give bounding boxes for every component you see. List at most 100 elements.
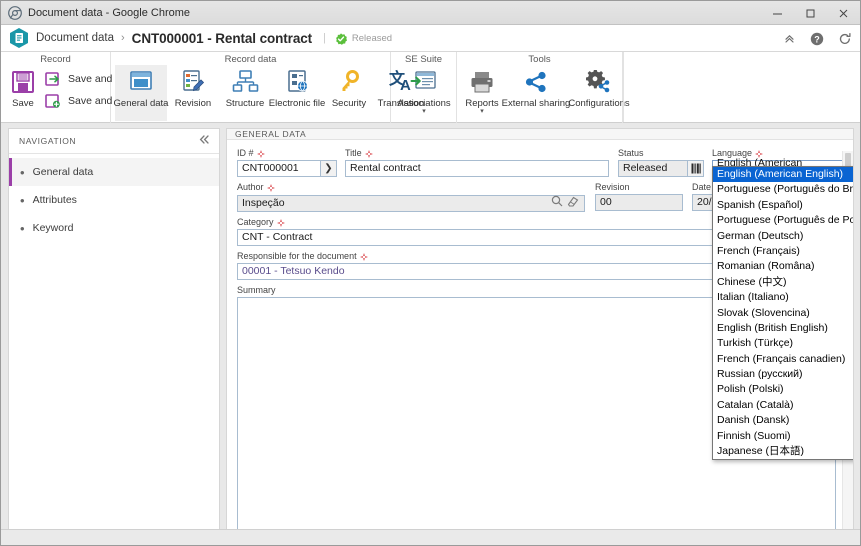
refresh-icon[interactable] — [838, 32, 852, 46]
window-title: Document data - Google Chrome — [28, 6, 191, 19]
field-label-revision: Revision — [595, 182, 683, 193]
revision-input[interactable]: 00 — [595, 194, 683, 211]
language-option[interactable]: Slovak (Slovencina) — [713, 306, 853, 321]
navigation-list: • General data • Attributes • Keyword — [9, 154, 219, 242]
status-text: Released — [351, 32, 393, 44]
ribbon-button-label: Structure — [225, 98, 265, 109]
required-marker-icon — [256, 149, 265, 158]
label-text: Responsible for the document — [237, 251, 357, 261]
bullet-icon: • — [20, 164, 25, 180]
language-option[interactable]: German (Deutsch) — [713, 229, 853, 244]
language-option[interactable]: Russian (русский) — [713, 367, 853, 382]
label-text: Status — [618, 148, 644, 158]
revision-icon — [179, 67, 207, 97]
ribbon-button-revision[interactable]: Revision — [167, 65, 219, 121]
required-marker-icon — [266, 183, 275, 192]
chevron-down-icon[interactable]: ▾ — [422, 108, 426, 115]
content-area: NAVIGATION • General data • Attributes •… — [1, 123, 860, 544]
maximize-icon[interactable] — [794, 1, 827, 25]
language-option[interactable]: Turkish (Türkçe) — [713, 336, 853, 351]
save-exit-icon — [43, 70, 63, 88]
title-input[interactable]: Rental contract — [345, 160, 609, 177]
label-text: Title — [345, 148, 362, 158]
language-option[interactable]: Catalan (Català) — [713, 398, 853, 413]
status-input-group: Released — [618, 160, 704, 177]
language-option[interactable]: Chinese (中文) — [713, 275, 853, 290]
navigation-sidebar: NAVIGATION • General data • Attributes •… — [8, 128, 220, 538]
close-icon[interactable] — [827, 1, 860, 25]
language-option[interactable]: English (British English) — [713, 321, 853, 336]
navigation-header: NAVIGATION — [9, 129, 219, 154]
language-option[interactable]: French (Français canadien) — [713, 352, 853, 367]
ribbon-group-record-data: Record data General data Revision Struct… — [111, 52, 424, 123]
ribbon-group-se-suite: SE Suite Associations ▾ — [391, 52, 457, 123]
history-icon[interactable] — [688, 160, 704, 177]
magnifier-icon[interactable] — [551, 194, 563, 212]
eraser-icon[interactable] — [567, 194, 579, 212]
minimize-icon[interactable] — [761, 1, 794, 25]
ribbon-button-security[interactable]: Security — [323, 65, 375, 121]
language-option[interactable]: Italian (Italiano) — [713, 290, 853, 305]
ribbon-button-external-sharing[interactable]: External sharing — [501, 65, 571, 121]
required-marker-icon — [359, 252, 368, 261]
language-dropdown-list[interactable]: English (American English) Portuguese (P… — [712, 166, 853, 461]
chevron-double-up-icon[interactable] — [783, 32, 796, 45]
language-option[interactable]: Portuguese (Português de Portugal) — [713, 213, 853, 228]
field-author: Author Inspeção — [237, 182, 585, 212]
sidebar-item-general-data[interactable]: • General data — [9, 158, 219, 186]
chevron-right-icon[interactable]: ❯ — [321, 160, 337, 177]
navigation-title: NAVIGATION — [19, 136, 77, 146]
ribbon-button-reports[interactable]: Reports ▾ — [461, 65, 503, 121]
language-option[interactable]: French (Français) — [713, 244, 853, 259]
appbar-actions: ? — [783, 25, 852, 52]
ribbon-button-configurations[interactable]: Configurations — [568, 65, 630, 121]
language-option[interactable]: Polish (Polski) — [713, 382, 853, 397]
ribbon-button-associations[interactable]: Associations ▾ — [395, 65, 453, 121]
structure-icon — [231, 67, 259, 97]
ribbon-button-label: Configurations — [568, 98, 630, 109]
app-window: Document data - Google Chrome Document d… — [0, 0, 861, 546]
ribbon-button-label: External sharing — [501, 98, 571, 109]
document-hex-icon — [9, 27, 29, 49]
field-label-id: ID # — [237, 148, 337, 159]
language-option[interactable]: Portuguese (Português do Brasil) — [713, 182, 853, 197]
ribbon-button-structure[interactable]: Structure — [219, 65, 271, 121]
field-status: Status Released — [618, 148, 704, 177]
sidebar-item-keyword[interactable]: • Keyword — [9, 214, 219, 242]
language-option[interactable]: Spanish (Español) — [713, 198, 853, 213]
label-text: Category — [237, 217, 274, 227]
field-revision: Revision 00 — [595, 182, 683, 211]
breadcrumb-separator: › — [121, 32, 125, 44]
sidebar-item-attributes[interactable]: • Attributes — [9, 186, 219, 214]
ribbon-button-general-data[interactable]: General data — [114, 65, 168, 121]
breadcrumb-root[interactable]: Document data — [36, 32, 114, 44]
language-option[interactable]: Finnish (Suomi) — [713, 429, 853, 444]
ribbon-button-label: Security — [331, 98, 367, 109]
ribbon-group-title: SE Suite — [405, 54, 442, 65]
status-badge: Released — [335, 32, 393, 45]
chevron-double-left-icon[interactable] — [198, 134, 211, 148]
form-row-identification: ID # CNT000001 ❯ Title Rental contract S… — [237, 148, 853, 461]
help-icon[interactable]: ? — [810, 32, 824, 46]
id-input[interactable]: CNT000001 — [237, 160, 321, 177]
sidebar-item-label: Attributes — [32, 194, 77, 206]
language-option[interactable]: Danish (Dansk) — [713, 413, 853, 428]
ribbon-group-tools: Tools Reports ▾ External sharing Configu… — [457, 52, 630, 123]
ribbon-group-title: Record — [40, 54, 71, 65]
language-option[interactable]: English (American English) — [713, 167, 853, 183]
released-check-icon — [335, 32, 347, 45]
sidebar-item-label: Keyword — [32, 222, 74, 234]
language-option[interactable]: Romanian (Româna) — [713, 259, 853, 274]
language-option[interactable]: Japanese (日本語) — [713, 444, 853, 459]
breadcrumb-current: CNT000001 - Rental contract — [131, 30, 313, 46]
author-input[interactable]: Inspeção — [237, 194, 585, 212]
save-floppy-icon — [10, 67, 36, 97]
sidebar-item-label: General data — [32, 166, 94, 178]
general-data-form: ID # CNT000001 ❯ Title Rental contract S… — [227, 140, 853, 537]
ribbon-button-electronic-file[interactable]: Electronic file — [268, 65, 326, 121]
ribbon-button-label: Electronic file — [268, 98, 326, 109]
label-text: Revision — [595, 182, 630, 192]
save-button[interactable]: Save — [5, 65, 41, 121]
chevron-down-icon[interactable]: ▾ — [480, 108, 484, 115]
bullet-icon: • — [20, 220, 25, 236]
